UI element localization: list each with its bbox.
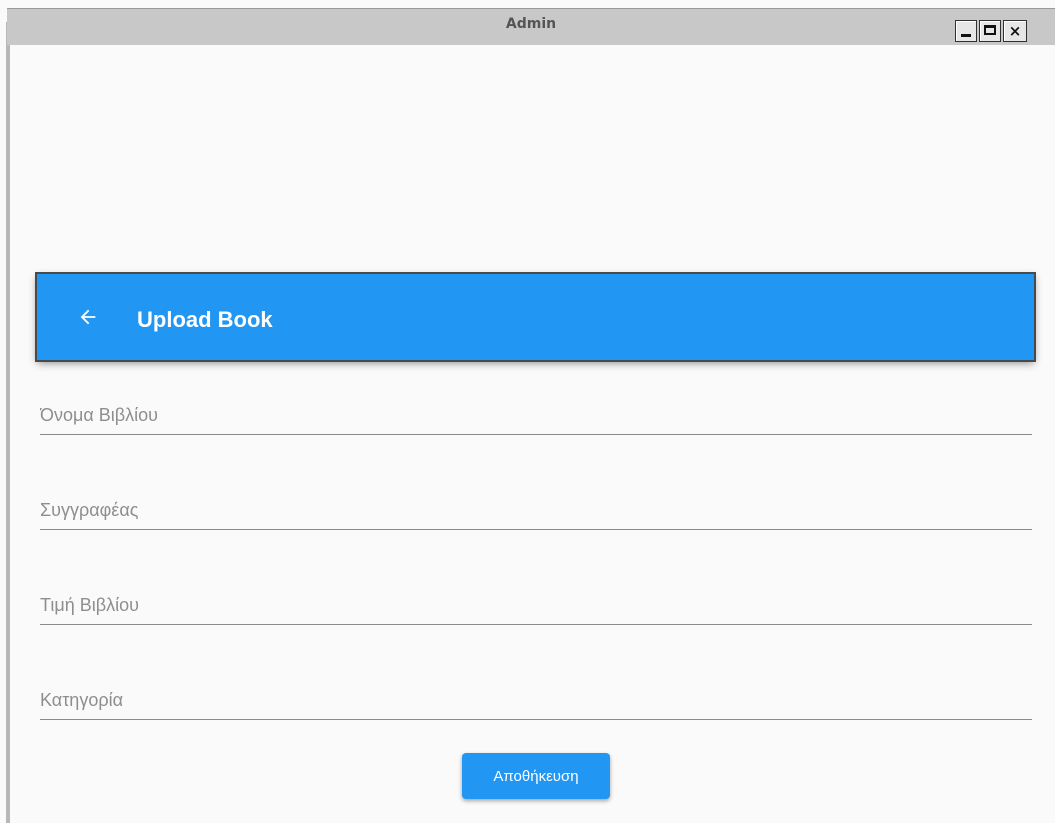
category-input[interactable] [40, 690, 1032, 711]
window-left-border [6, 22, 10, 823]
price-input[interactable] [40, 595, 1032, 616]
maximize-button[interactable] [979, 20, 1001, 42]
minimize-button[interactable] [955, 20, 977, 42]
book-name-field [40, 394, 1032, 435]
save-button[interactable]: Αποθήκευση [462, 753, 610, 799]
author-field [40, 489, 1032, 530]
price-field [40, 584, 1032, 625]
app-bar: Upload Book [37, 274, 1034, 360]
book-name-input[interactable] [40, 405, 1032, 426]
close-icon: × [1008, 22, 1022, 40]
app-window: Admin × Upload Book Αποθήκευση [0, 0, 1055, 823]
window-titlebar[interactable]: Admin × [7, 8, 1055, 45]
category-field [40, 679, 1032, 720]
close-button[interactable]: × [1003, 20, 1027, 42]
author-input[interactable] [40, 500, 1032, 521]
page-title: Upload Book [137, 307, 273, 332]
arrow-left-icon[interactable] [77, 306, 99, 328]
window-title: Admin [505, 16, 557, 32]
